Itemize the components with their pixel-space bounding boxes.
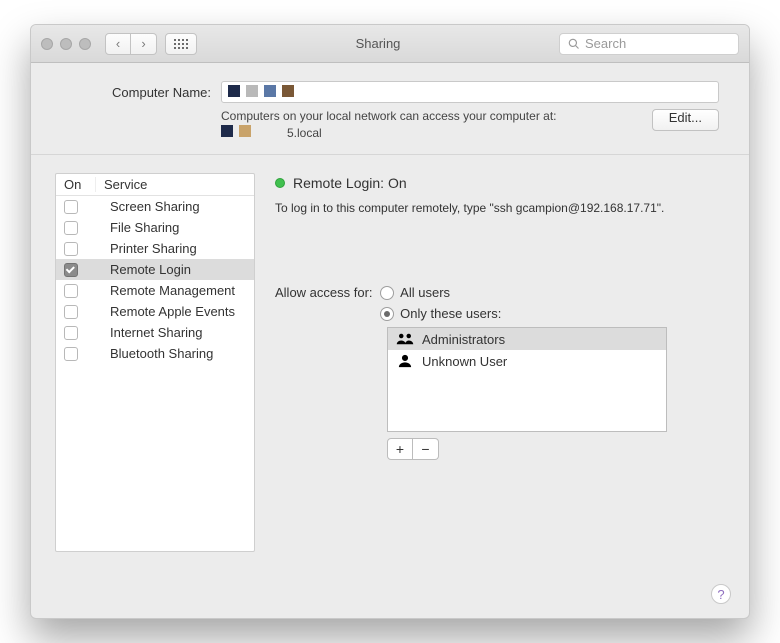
allowed-users-list[interactable]: Administrators Unknown User (387, 327, 667, 432)
services-table: On Service Screen Sharing File Sharing Pri… (55, 173, 255, 552)
search-placeholder: Search (585, 36, 626, 51)
local-network-hint: Computers on your local network can acce… (221, 109, 556, 140)
service-toggle[interactable] (64, 284, 78, 298)
redacted-swatch (228, 85, 240, 97)
service-toggle[interactable] (64, 242, 78, 256)
service-name: Remote Management (110, 283, 235, 298)
ssh-hint: To log in to this computer remotely, typ… (275, 201, 725, 215)
search-icon (568, 38, 580, 50)
service-row[interactable]: Remote Management (56, 280, 254, 301)
local-hostname: 5.local (287, 126, 322, 140)
window-title: Sharing (356, 36, 401, 51)
window-controls (41, 38, 91, 50)
status-label: Remote Login: On (293, 175, 407, 191)
back-button[interactable]: ‹ (105, 33, 131, 55)
service-toggle[interactable] (64, 200, 78, 214)
zoom-icon[interactable] (79, 38, 91, 50)
service-toggle[interactable] (64, 305, 78, 319)
service-name: Screen Sharing (110, 199, 200, 214)
service-toggle[interactable] (64, 221, 78, 235)
service-name: Bluetooth Sharing (110, 346, 213, 361)
grid-icon (174, 39, 188, 49)
redacted-swatch (282, 85, 294, 97)
service-toggle[interactable] (64, 263, 78, 277)
status-indicator-icon (275, 178, 285, 188)
service-name: File Sharing (110, 220, 179, 235)
services-header: On Service (56, 174, 254, 196)
radio-all-users[interactable]: All users (380, 285, 501, 300)
service-row[interactable]: Bluetooth Sharing (56, 343, 254, 364)
redacted-swatch (239, 125, 251, 137)
user-name: Administrators (422, 332, 505, 347)
service-row[interactable]: Remote Login (56, 259, 254, 280)
service-name: Printer Sharing (110, 241, 197, 256)
sharing-prefpane-window: ‹ › Sharing Search Computer Name: (30, 24, 750, 619)
service-row[interactable]: Printer Sharing (56, 238, 254, 259)
user-icon (396, 354, 414, 368)
forward-button[interactable]: › (131, 33, 157, 55)
titlebar: ‹ › Sharing Search (31, 25, 749, 63)
service-row[interactable]: Screen Sharing (56, 196, 254, 217)
service-row[interactable]: File Sharing (56, 217, 254, 238)
main-content: On Service Screen Sharing File Sharing Pri… (31, 155, 749, 570)
service-row[interactable]: Internet Sharing (56, 322, 254, 343)
service-toggle[interactable] (64, 326, 78, 340)
col-on[interactable]: On (56, 177, 96, 192)
group-icon (396, 332, 414, 346)
access-label: Allow access for: (275, 285, 373, 300)
edit-button[interactable]: Edit... (652, 109, 719, 131)
service-name: Remote Login (110, 262, 191, 277)
nav-buttons: ‹ › (105, 33, 157, 55)
service-row[interactable]: Remote Apple Events (56, 301, 254, 322)
computer-name-label: Computer Name: (61, 85, 211, 100)
computer-name-field[interactable] (221, 81, 719, 103)
service-detail: Remote Login: On To log in to this compu… (275, 173, 725, 552)
radio-only-these-users[interactable]: Only these users: (380, 306, 501, 321)
remove-user-button[interactable]: − (413, 438, 439, 460)
add-user-button[interactable]: + (387, 438, 413, 460)
user-row[interactable]: Unknown User (388, 350, 666, 372)
col-service[interactable]: Service (96, 177, 147, 192)
service-name: Internet Sharing (110, 325, 203, 340)
minimize-icon[interactable] (60, 38, 72, 50)
show-all-button[interactable] (165, 33, 197, 55)
user-row[interactable]: Administrators (388, 328, 666, 350)
computer-name-section: Computer Name: Computers on your local n… (31, 63, 749, 155)
user-name: Unknown User (422, 354, 507, 369)
redacted-swatch (246, 85, 258, 97)
service-name: Remote Apple Events (110, 304, 235, 319)
help-button[interactable]: ? (711, 584, 731, 604)
redacted-swatch (264, 85, 276, 97)
service-toggle[interactable] (64, 347, 78, 361)
search-input[interactable]: Search (559, 33, 739, 55)
close-icon[interactable] (41, 38, 53, 50)
redacted-swatch (221, 125, 233, 137)
